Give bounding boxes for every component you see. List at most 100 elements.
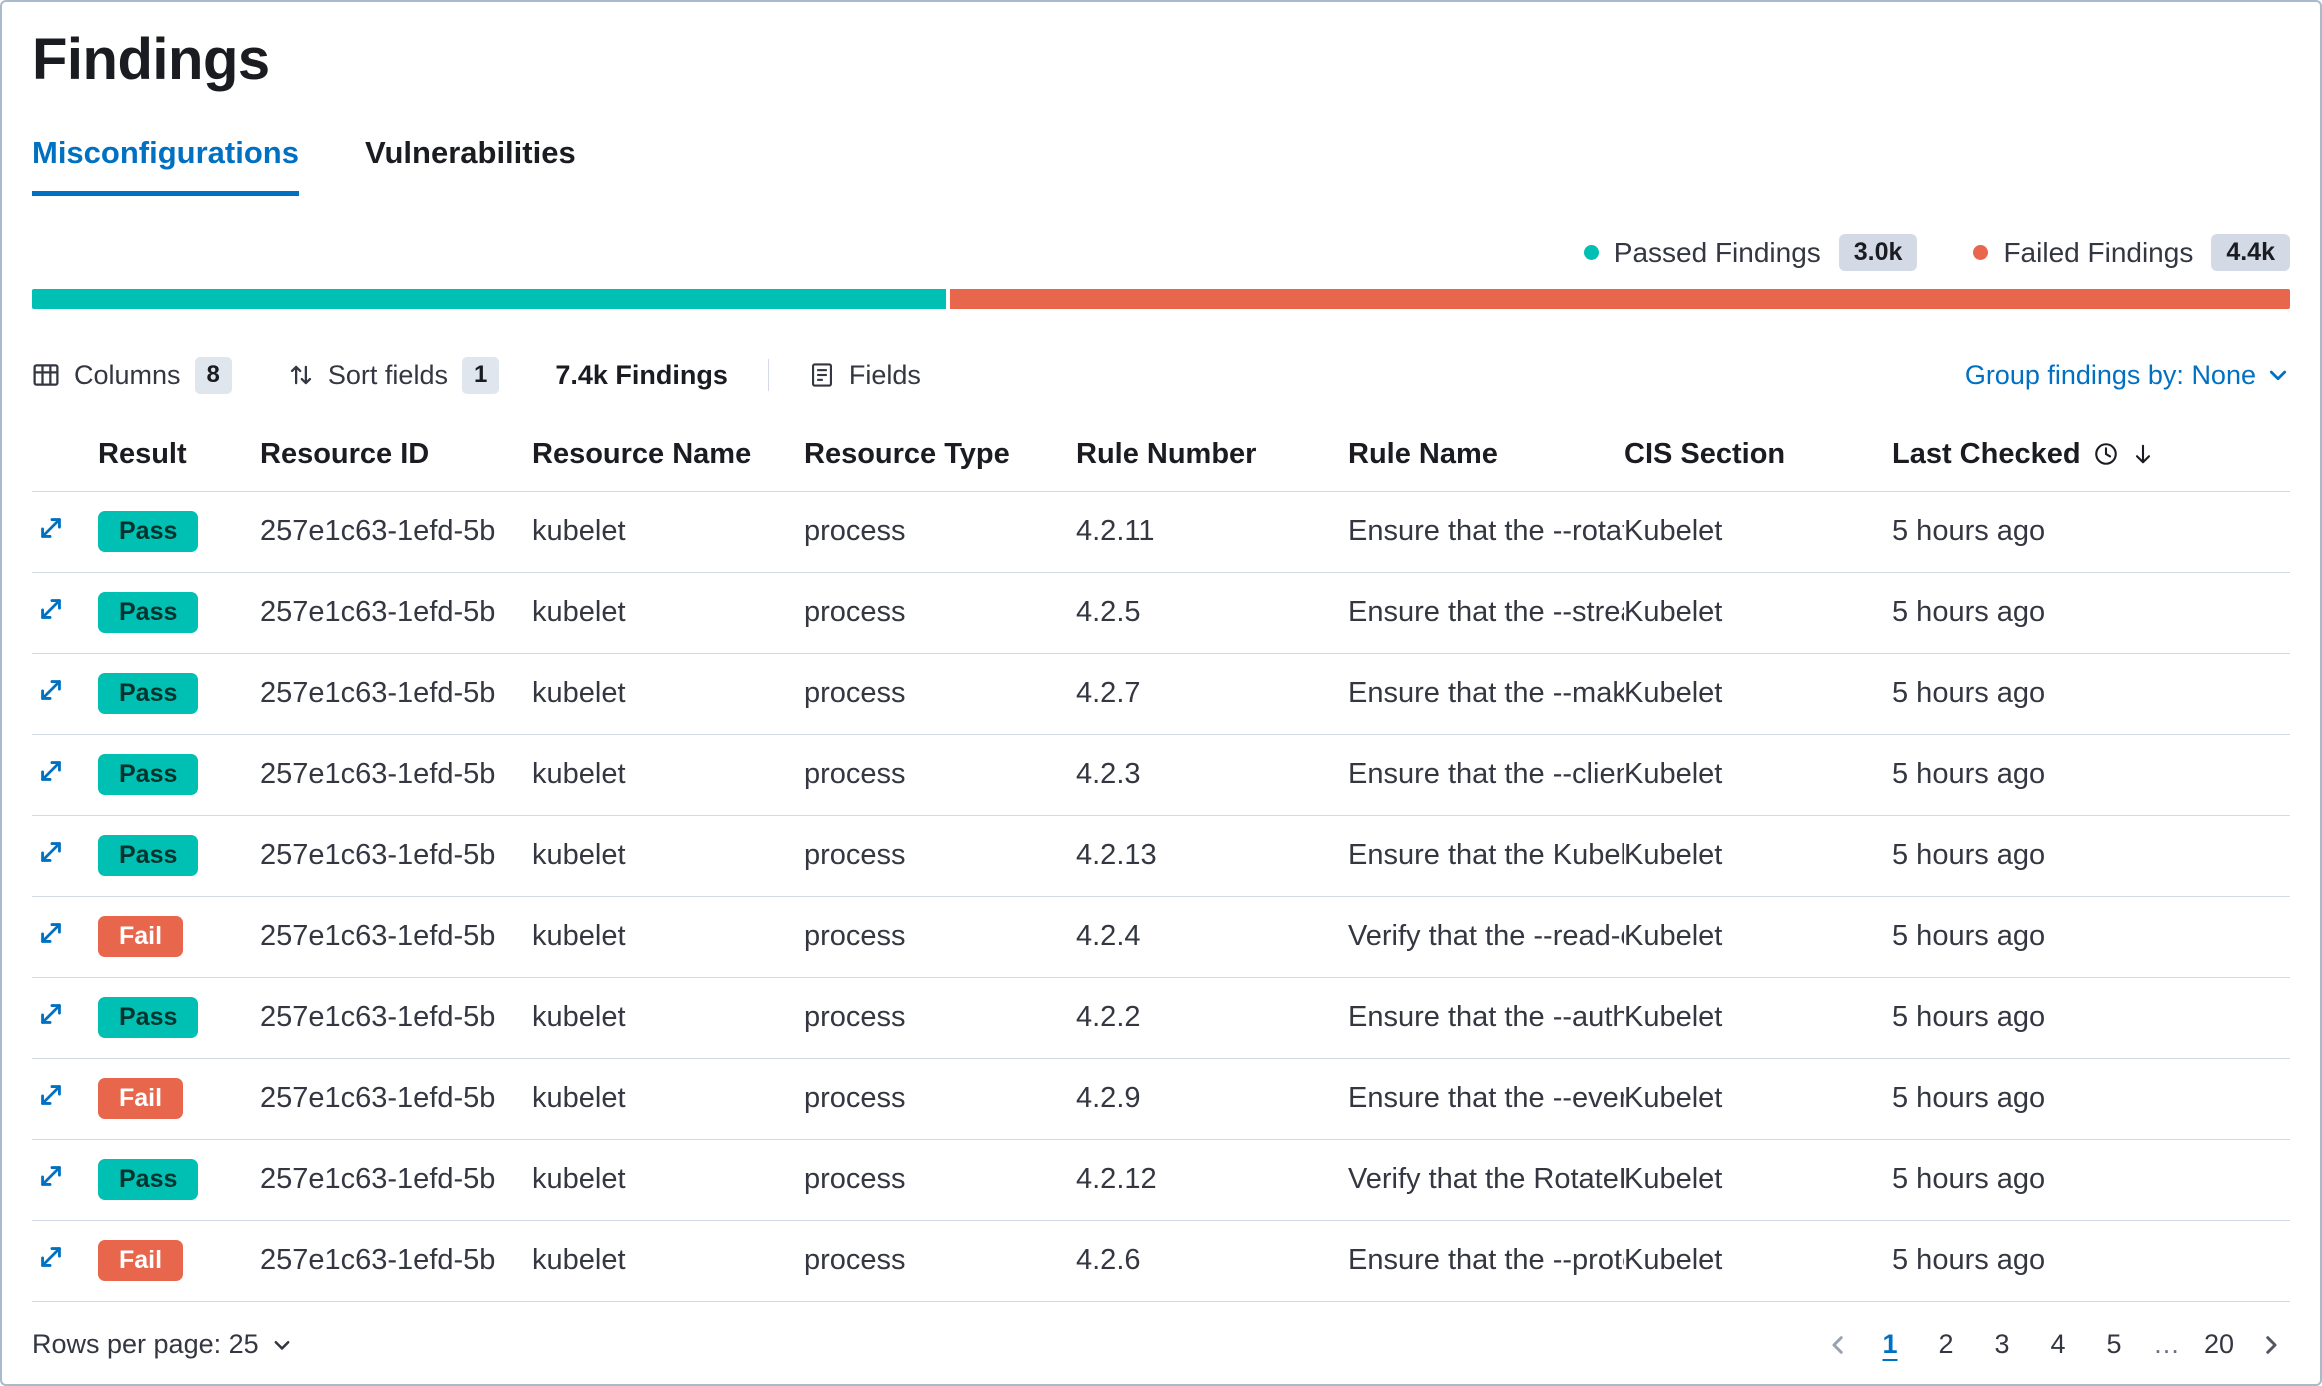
- expand-row-icon[interactable]: [32, 675, 66, 705]
- last-checked-cell: 5 hours ago: [1892, 596, 2290, 629]
- result-badge: Pass: [98, 592, 198, 633]
- cis-section-cell: Kubelet: [1624, 677, 1892, 710]
- failed-dot-icon: [1973, 245, 1988, 260]
- columns-button[interactable]: Columns 8: [32, 357, 232, 394]
- table-row: Pass 257e1c63-1efd-5b kubelet process 4.…: [32, 816, 2290, 897]
- resource-name-cell: kubelet: [532, 677, 804, 710]
- page-number-4[interactable]: 4: [2035, 1321, 2081, 1368]
- rule-number-cell: 4.2.12: [1076, 1163, 1348, 1196]
- last-checked-cell: 5 hours ago: [1892, 1244, 2290, 1277]
- rule-number-cell: 4.2.9: [1076, 1082, 1348, 1115]
- table-body: Pass 257e1c63-1efd-5b kubelet process 4.…: [32, 492, 2290, 1302]
- expand-row-icon[interactable]: [32, 918, 66, 948]
- rule-number-cell: 4.2.4: [1076, 920, 1348, 953]
- result-badge: Pass: [98, 997, 198, 1038]
- header-rule-number[interactable]: Rule Number: [1076, 438, 1348, 471]
- result-badge: Fail: [98, 916, 183, 957]
- page-number-2[interactable]: 2: [1923, 1321, 1969, 1368]
- header-resource-id[interactable]: Resource ID: [260, 438, 532, 471]
- table-row: Pass 257e1c63-1efd-5b kubelet process 4.…: [32, 573, 2290, 654]
- rule-name-cell: Ensure that the --streaming-connection-i…: [1348, 596, 1624, 629]
- table-row: Pass 257e1c63-1efd-5b kubelet process 4.…: [32, 735, 2290, 816]
- page-ellipsis: …: [2147, 1321, 2186, 1368]
- passed-dot-icon: [1584, 245, 1599, 260]
- cis-section-cell: Kubelet: [1624, 758, 1892, 791]
- columns-count-badge: 8: [195, 357, 232, 394]
- last-checked-cell: 5 hours ago: [1892, 839, 2290, 872]
- clock-icon: [2093, 441, 2119, 467]
- page-number-1[interactable]: 1: [1867, 1321, 1913, 1368]
- result-badge: Pass: [98, 511, 198, 552]
- expand-cell: [32, 675, 98, 713]
- header-resource-name[interactable]: Resource Name: [532, 438, 804, 471]
- table-toolbar: Columns 8 Sort fields 1 7.4k Findings Fi…: [32, 357, 2290, 394]
- expand-row-icon[interactable]: [32, 837, 66, 867]
- table-row: Fail 257e1c63-1efd-5b kubelet process 4.…: [32, 1221, 2290, 1302]
- rule-name-cell: Ensure that the Kubelet only makes use o…: [1348, 839, 1624, 872]
- expand-cell: [32, 594, 98, 632]
- group-findings-by-button[interactable]: Group findings by: None: [1965, 360, 2290, 391]
- rule-name-cell: Ensure that the --make-iptables-util-cha…: [1348, 677, 1624, 710]
- passed-findings-legend: Passed Findings 3.0k: [1584, 234, 1918, 271]
- result-cell: Pass: [98, 1159, 260, 1200]
- table-header-row: Result Resource ID Resource Name Resourc…: [32, 418, 2290, 492]
- rows-per-page-label: Rows per page: 25: [32, 1329, 259, 1360]
- header-rule-name[interactable]: Rule Name: [1348, 438, 1624, 471]
- failed-findings-legend: Failed Findings 4.4k: [1973, 234, 2290, 271]
- expand-cell: [32, 1080, 98, 1118]
- expand-row-icon[interactable]: [32, 999, 66, 1029]
- expand-row-icon[interactable]: [32, 594, 66, 624]
- fields-icon: [809, 362, 835, 388]
- result-cell: Pass: [98, 835, 260, 876]
- resource-id-cell: 257e1c63-1efd-5b: [260, 1244, 532, 1277]
- header-cis-section[interactable]: CIS Section: [1624, 438, 1892, 471]
- fields-button[interactable]: Fields: [809, 360, 921, 391]
- expand-row-icon[interactable]: [32, 1161, 66, 1191]
- page-number-5[interactable]: 5: [2091, 1321, 2137, 1368]
- resource-id-cell: 257e1c63-1efd-5b: [260, 1082, 532, 1115]
- header-result[interactable]: Result: [98, 438, 260, 471]
- rule-number-cell: 4.2.2: [1076, 1001, 1348, 1034]
- previous-page-icon[interactable]: [1819, 1326, 1857, 1364]
- sort-fields-label: Sort fields: [328, 360, 448, 391]
- rule-number-cell: 4.2.6: [1076, 1244, 1348, 1277]
- passed-findings-label: Passed Findings: [1614, 237, 1821, 269]
- expand-row-icon[interactable]: [32, 756, 66, 786]
- result-badge: Fail: [98, 1078, 183, 1119]
- expand-row-icon[interactable]: [32, 1080, 66, 1110]
- cis-section-cell: Kubelet: [1624, 1001, 1892, 1034]
- failed-segment: [950, 289, 2290, 309]
- header-last-checked[interactable]: Last Checked: [1892, 438, 2290, 471]
- page-number-20[interactable]: 20: [2196, 1321, 2242, 1368]
- rule-number-cell: 4.2.5: [1076, 596, 1348, 629]
- next-page-icon[interactable]: [2252, 1326, 2290, 1364]
- page-title: Findings: [32, 26, 2290, 93]
- resource-name-cell: kubelet: [532, 839, 804, 872]
- tab-misconfigurations[interactable]: Misconfigurations: [32, 135, 299, 196]
- resource-type-cell: process: [804, 839, 1076, 872]
- expand-row-icon[interactable]: [32, 513, 66, 543]
- rule-name-cell: Ensure that the --rotate-certificates ar…: [1348, 515, 1624, 548]
- rows-per-page-button[interactable]: Rows per page: 25: [32, 1329, 293, 1360]
- table-footer: Rows per page: 25 1 2 3 4 5 … 20: [32, 1307, 2290, 1384]
- page-number-3[interactable]: 3: [1979, 1321, 2025, 1368]
- findings-distribution-bar: [32, 289, 2290, 309]
- resource-type-cell: process: [804, 1163, 1076, 1196]
- table-row: Pass 257e1c63-1efd-5b kubelet process 4.…: [32, 1140, 2290, 1221]
- table-columns-icon: [32, 361, 60, 389]
- header-resource-type[interactable]: Resource Type: [804, 438, 1076, 471]
- rule-name-cell: Verify that the RotateKubeletServerCerti…: [1348, 1163, 1624, 1196]
- sort-descending-icon: [2131, 442, 2155, 466]
- group-findings-by-label: Group findings by: None: [1965, 360, 2256, 391]
- expand-row-icon[interactable]: [32, 1242, 66, 1272]
- result-cell: Fail: [98, 916, 260, 957]
- resource-id-cell: 257e1c63-1efd-5b: [260, 596, 532, 629]
- findings-table: Result Resource ID Resource Name Resourc…: [32, 418, 2290, 1302]
- rule-name-cell: Ensure that the --protect-kernel-default…: [1348, 1244, 1624, 1277]
- tab-vulnerabilities[interactable]: Vulnerabilities: [365, 135, 576, 196]
- fields-label: Fields: [849, 360, 921, 391]
- result-badge: Pass: [98, 1159, 198, 1200]
- sort-fields-button[interactable]: Sort fields 1: [288, 357, 499, 394]
- resource-name-cell: kubelet: [532, 758, 804, 791]
- resource-name-cell: kubelet: [532, 515, 804, 548]
